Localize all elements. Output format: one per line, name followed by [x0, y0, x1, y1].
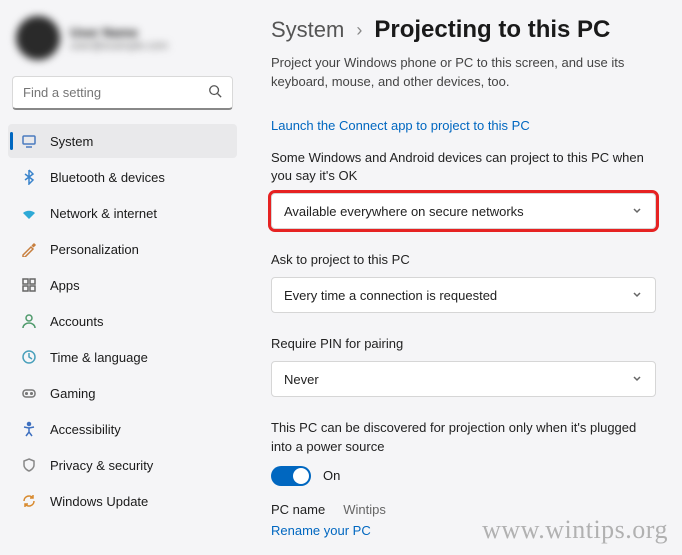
sidebar-item-label: Bluetooth & devices	[50, 170, 165, 185]
sidebar-item-label: Network & internet	[50, 206, 157, 221]
chevron-down-icon	[631, 204, 643, 219]
chevron-down-icon	[631, 372, 643, 387]
availability-value: Available everywhere on secure networks	[284, 204, 524, 219]
sidebar-item-label: Windows Update	[50, 494, 148, 509]
profile-name: User Name	[70, 25, 168, 40]
sidebar-item-label: Time & language	[50, 350, 148, 365]
ask-select[interactable]: Every time a connection is requested	[271, 277, 656, 313]
sidebar-item-label: Gaming	[50, 386, 96, 401]
update-icon	[20, 492, 38, 510]
sidebar-item-time[interactable]: Time & language	[8, 340, 237, 374]
user-profile[interactable]: User Name user@example.com	[8, 12, 237, 70]
sidebar-item-accounts[interactable]: Accounts	[8, 304, 237, 338]
sidebar-item-label: Apps	[50, 278, 80, 293]
avatar	[16, 16, 60, 60]
sidebar-item-label: Accessibility	[50, 422, 121, 437]
sidebar-item-personalization[interactable]: Personalization	[8, 232, 237, 266]
apps-icon	[20, 276, 38, 294]
chevron-down-icon	[631, 288, 643, 303]
accessibility-icon	[20, 420, 38, 438]
page-description: Project your Windows phone or PC to this…	[271, 54, 656, 92]
search-icon	[208, 84, 222, 101]
gaming-icon	[20, 384, 38, 402]
sidebar-item-accessibility[interactable]: Accessibility	[8, 412, 237, 446]
pcname-label: PC name	[271, 502, 325, 517]
time-icon	[20, 348, 38, 366]
sidebar-item-update[interactable]: Windows Update	[8, 484, 237, 518]
sidebar-item-privacy[interactable]: Privacy & security	[8, 448, 237, 482]
sidebar-item-apps[interactable]: Apps	[8, 268, 237, 302]
availability-select[interactable]: Available everywhere on secure networks	[271, 193, 656, 229]
network-icon	[20, 204, 38, 222]
sidebar-item-label: Personalization	[50, 242, 139, 257]
pcname-value: Wintips	[343, 502, 386, 517]
discover-value: On	[323, 468, 340, 483]
ask-value: Every time a connection is requested	[284, 288, 497, 303]
accounts-icon	[20, 312, 38, 330]
breadcrumb: System › Projecting to this PC	[271, 16, 656, 44]
sidebar-item-label: System	[50, 134, 93, 149]
sidebar-item-bluetooth[interactable]: Bluetooth & devices	[8, 160, 237, 194]
launch-connect-link[interactable]: Launch the Connect app to project to thi…	[271, 118, 530, 133]
personalization-icon	[20, 240, 38, 258]
rename-pc-link[interactable]: Rename your PC	[271, 523, 371, 538]
sidebar-item-network[interactable]: Network & internet	[8, 196, 237, 230]
sidebar-item-label: Accounts	[50, 314, 103, 329]
bluetooth-icon	[20, 168, 38, 186]
discover-toggle[interactable]	[271, 466, 311, 486]
pin-select[interactable]: Never	[271, 361, 656, 397]
breadcrumb-root[interactable]: System	[271, 17, 344, 43]
shield-icon	[20, 456, 38, 474]
chevron-right-icon: ›	[356, 20, 362, 41]
search-input[interactable]	[23, 85, 208, 100]
search-box[interactable]	[12, 76, 233, 110]
discover-label: This PC can be discovered for projection…	[271, 419, 656, 455]
availability-label: Some Windows and Android devices can pro…	[271, 149, 656, 185]
sidebar-item-gaming[interactable]: Gaming	[8, 376, 237, 410]
pin-label: Require PIN for pairing	[271, 335, 656, 353]
sidebar-item-label: Privacy & security	[50, 458, 153, 473]
pin-value: Never	[284, 372, 319, 387]
system-icon	[20, 132, 38, 150]
page-title: Projecting to this PC	[374, 16, 610, 44]
profile-email: user@example.com	[70, 40, 168, 52]
ask-label: Ask to project to this PC	[271, 251, 656, 269]
sidebar-item-system[interactable]: System	[8, 124, 237, 158]
